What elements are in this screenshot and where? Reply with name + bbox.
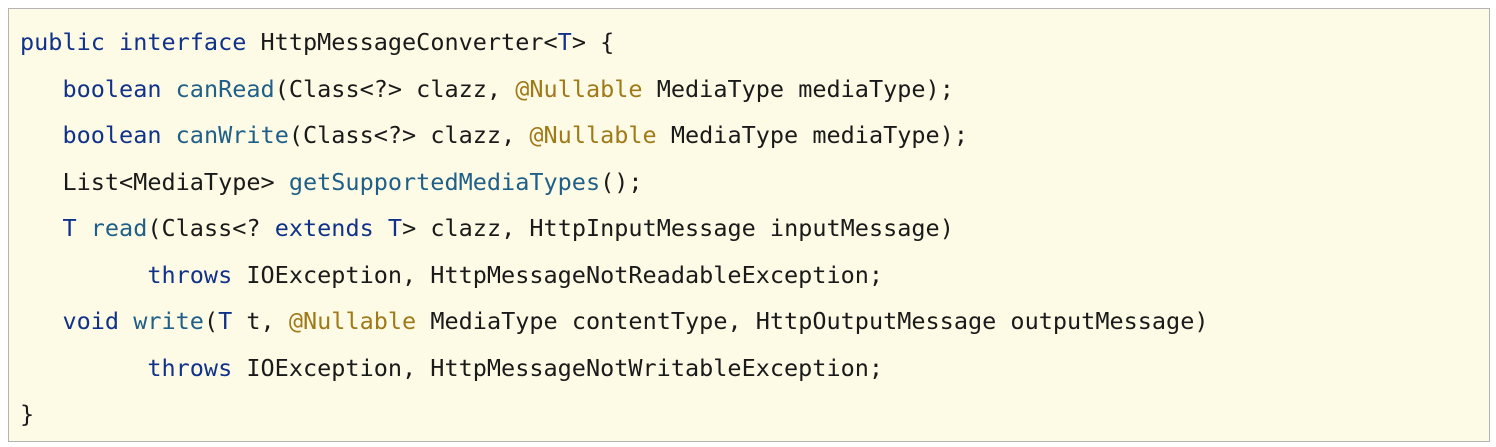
keyword-token: void — [62, 307, 120, 335]
type-param-token: T — [387, 214, 403, 242]
code-text-token: (Class<?> clazz, — [288, 121, 530, 149]
code-text-token: (Class<? — [147, 214, 275, 242]
code-text-token: t, — [232, 307, 289, 335]
code-text-token: IOException, HttpMessageNotWritableExcep… — [232, 353, 884, 382]
type-param-token: T — [62, 214, 77, 242]
code-text-token: ( — [203, 307, 219, 335]
code-text-token: HttpMessageConverter< — [246, 28, 558, 56]
keyword-token: public — [20, 28, 105, 56]
code-text-token: List<MediaType> — [20, 167, 289, 196]
code-line: boolean canRead(Class<?> clazz, @Nullabl… — [20, 72, 1209, 119]
annotation-token: @Nullable — [288, 307, 417, 335]
code-text-token: MediaType contentType, HttpOutputMessage… — [416, 307, 1209, 335]
method-name-token: write — [133, 307, 204, 335]
keyword-token: interface — [119, 28, 247, 56]
code-text-token: > { — [571, 28, 615, 56]
annotation-token: @Nullable — [515, 74, 643, 103]
method-name-token: read — [90, 214, 148, 242]
code-text-token: > clazz, HttpInputMessage inputMessage) — [402, 214, 954, 242]
keyword-token: extends — [274, 214, 374, 242]
type-param-token: T — [557, 28, 572, 56]
method-name-token: getSupportedMediaTypes — [288, 167, 601, 196]
code-line: throws IOException, HttpMessageNotWritab… — [20, 351, 1209, 398]
code-text-token: (); — [600, 167, 643, 196]
code-text-token: IOException, HttpMessageNotReadableExcep… — [232, 260, 884, 289]
code-text-token: } — [20, 400, 35, 428]
code-lines: public interface HttpMessageConverter<T>… — [20, 25, 1209, 444]
code-line: public interface HttpMessageConverter<T>… — [20, 25, 1209, 72]
keyword-token: boolean — [62, 121, 162, 149]
code-line: throws IOException, HttpMessageNotReadab… — [20, 258, 1209, 305]
method-name-token: canWrite — [175, 121, 289, 149]
keyword-token: throws — [147, 260, 233, 289]
code-text-token: MediaType mediaType); — [656, 121, 968, 149]
code-text-token: MediaType mediaType); — [642, 74, 954, 103]
code-line: T read(Class<? extends T> clazz, HttpInp… — [20, 211, 1209, 258]
method-name-token: canRead — [175, 74, 275, 103]
keyword-token: throws — [147, 353, 233, 382]
code-block: public interface HttpMessageConverter<T>… — [8, 8, 1490, 442]
code-line: void write(T t, @Nullable MediaType cont… — [20, 304, 1209, 351]
code-line: } — [20, 397, 1209, 444]
code-text-token: (Class<?> clazz, — [274, 74, 516, 103]
annotation-token: @Nullable — [529, 121, 657, 149]
keyword-token: boolean — [62, 74, 162, 103]
code-line: List<MediaType> getSupportedMediaTypes()… — [20, 165, 1209, 212]
code-line: boolean canWrite(Class<?> clazz, @Nullab… — [20, 118, 1209, 165]
type-param-token: T — [218, 307, 233, 335]
